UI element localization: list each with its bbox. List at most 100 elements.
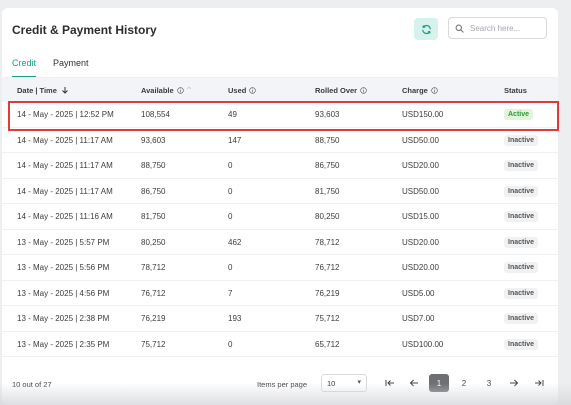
- cell-used: 193: [228, 314, 242, 323]
- table-row[interactable]: 14 - May - 2025 | 11:17 AM 88,750 0 86,750 U…: [2, 153, 558, 179]
- search-input[interactable]: [470, 23, 542, 33]
- status-badge: Active: [504, 109, 534, 120]
- items-per-page-value: 10: [327, 378, 336, 388]
- col-date-label: Date | Time: [17, 85, 57, 95]
- chevron-down-icon: ▾: [357, 379, 361, 386]
- cell-available: 76,712: [141, 288, 166, 298]
- status-badge: Inactive: [504, 287, 539, 299]
- status-badge: Inactive: [504, 134, 539, 146]
- info-icon: [360, 86, 367, 94]
- last-page-icon: [535, 380, 544, 386]
- first-page-icon: [385, 380, 394, 386]
- table-row[interactable]: 14 - May - 2025 | 11:17 AM 86,750 0 81,750 U…: [2, 179, 558, 204]
- col-charge-header[interactable]: Charge: [402, 78, 438, 102]
- cell-available: 108,554: [141, 110, 170, 119]
- cell-rolled: 76,712: [315, 263, 340, 272]
- table-row[interactable]: 14 - May - 2025 | 11:16 AM 81,750 0 80,250 U…: [2, 204, 558, 230]
- col-date-header[interactable]: Date | Time: [17, 78, 69, 102]
- pagination-bar: 10 out of 27 Items per page 10 ▾ 1 2 3: [2, 371, 558, 405]
- last-page-button[interactable]: [529, 374, 549, 392]
- cell-charge: USD5.00: [402, 288, 435, 298]
- table-row[interactable]: 13 - May - 2025 | 5:56 PM 78,712 0 76,712 US…: [2, 255, 558, 281]
- table-header: Date | Time Available Used Rolled Over C…: [2, 78, 558, 102]
- sort-down-icon: [62, 87, 68, 94]
- col-used-label: Used: [228, 85, 247, 95]
- table-row[interactable]: 13 - May - 2025 | 5:57 PM 80,250 462 78,712…: [2, 230, 558, 255]
- info-icon: [431, 86, 438, 94]
- table-row[interactable]: 14 - May - 2025 | 12:52 PM 108,554 49 93,60…: [2, 102, 558, 128]
- refresh-icon: [421, 24, 431, 34]
- cell-status: Inactive: [504, 179, 539, 204]
- cell-charge: USD20.00: [402, 161, 439, 170]
- col-available-label: Available: [141, 85, 174, 95]
- table-body: 14 - May - 2025 | 12:52 PM 108,554 49 93,60…: [2, 102, 558, 357]
- tab-credit[interactable]: Credit: [12, 58, 37, 78]
- col-used-header[interactable]: Used: [228, 78, 257, 102]
- items-per-page-select[interactable]: 10 ▾: [321, 374, 367, 392]
- cell-charge: USD50.00: [402, 135, 439, 145]
- status-badge: Inactive: [504, 338, 539, 350]
- first-page-button[interactable]: [380, 374, 400, 392]
- sort-up-icon: [186, 86, 191, 90]
- col-status-header: Status: [504, 78, 527, 102]
- cell-used: 0: [228, 263, 233, 272]
- cell-used: 0: [228, 339, 233, 349]
- cell-status: Inactive: [504, 204, 539, 229]
- cell-used: 462: [228, 237, 242, 247]
- next-page-button[interactable]: [504, 374, 524, 392]
- search-icon: [455, 24, 464, 33]
- info-icon: [249, 86, 257, 94]
- table-row[interactable]: 14 - May - 2025 | 11:17 AM 93,603 147 88,75…: [2, 128, 558, 153]
- cell-status: Inactive: [504, 255, 539, 280]
- status-badge: Inactive: [504, 262, 539, 273]
- cell-date: 14 - May - 2025 | 11:16 AM: [17, 212, 113, 221]
- status-badge: Inactive: [504, 160, 539, 171]
- cell-date: 13 - May - 2025 | 5:56 PM: [17, 263, 110, 272]
- cell-date: 13 - May - 2025 | 5:57 PM: [17, 237, 110, 247]
- tab-payment[interactable]: Payment: [53, 58, 89, 78]
- table-row[interactable]: 13 - May - 2025 | 2:38 PM 76,219 193 75,712…: [2, 306, 558, 332]
- col-available-header[interactable]: Available: [141, 78, 192, 102]
- search-box[interactable]: [448, 17, 547, 39]
- cell-charge: USD20.00: [402, 237, 439, 247]
- cell-status: Active: [504, 102, 534, 127]
- status-badge: Inactive: [504, 313, 539, 324]
- page-button-1[interactable]: 1: [429, 374, 449, 392]
- cell-status: Inactive: [504, 128, 539, 153]
- cell-date: 14 - May - 2025 | 11:17 AM: [17, 186, 113, 196]
- page-button-3[interactable]: 3: [479, 374, 499, 392]
- cell-date: 13 - May - 2025 | 2:35 PM: [17, 339, 110, 349]
- cell-available: 75,712: [141, 339, 166, 349]
- prev-page-button[interactable]: [404, 374, 424, 392]
- arrow-right-icon: [510, 379, 519, 387]
- cell-status: Inactive: [504, 332, 539, 357]
- status-badge: Inactive: [504, 185, 539, 197]
- tab-bar: Credit Payment: [12, 58, 106, 78]
- arrow-left-icon: [409, 379, 418, 387]
- cell-available: 86,750: [141, 186, 166, 196]
- page-button-2[interactable]: 2: [454, 374, 474, 392]
- status-badge: Inactive: [504, 211, 539, 222]
- cell-status: Inactive: [504, 153, 539, 178]
- status-badge: Inactive: [504, 236, 539, 248]
- cell-date: 14 - May - 2025 | 12:52 PM: [17, 110, 114, 119]
- cell-available: 81,750: [141, 212, 166, 221]
- col-charge-label: Charge: [402, 85, 428, 95]
- col-rolled-header[interactable]: Rolled Over: [315, 78, 367, 102]
- table-row[interactable]: 13 - May - 2025 | 4:56 PM 76,712 7 76,219 US…: [2, 281, 558, 306]
- table-row[interactable]: 13 - May - 2025 | 2:35 PM 75,712 0 65,712 US…: [2, 332, 558, 357]
- cell-used: 0: [228, 212, 233, 221]
- cell-available: 78,712: [141, 263, 166, 272]
- cell-rolled: 88,750: [315, 135, 340, 145]
- cell-rolled: 76,219: [315, 288, 340, 298]
- col-status-label: Status: [504, 85, 527, 95]
- info-icon: [176, 86, 184, 94]
- refresh-button[interactable]: [414, 18, 438, 40]
- col-rolled-label: Rolled Over: [315, 85, 358, 95]
- cell-rolled: 78,712: [315, 237, 340, 247]
- cell-available: 80,250: [141, 237, 166, 247]
- cell-charge: USD50.00: [402, 186, 439, 196]
- cell-used: 49: [228, 110, 237, 119]
- cell-status: Inactive: [504, 306, 539, 331]
- cell-rolled: 81,750: [315, 186, 340, 196]
